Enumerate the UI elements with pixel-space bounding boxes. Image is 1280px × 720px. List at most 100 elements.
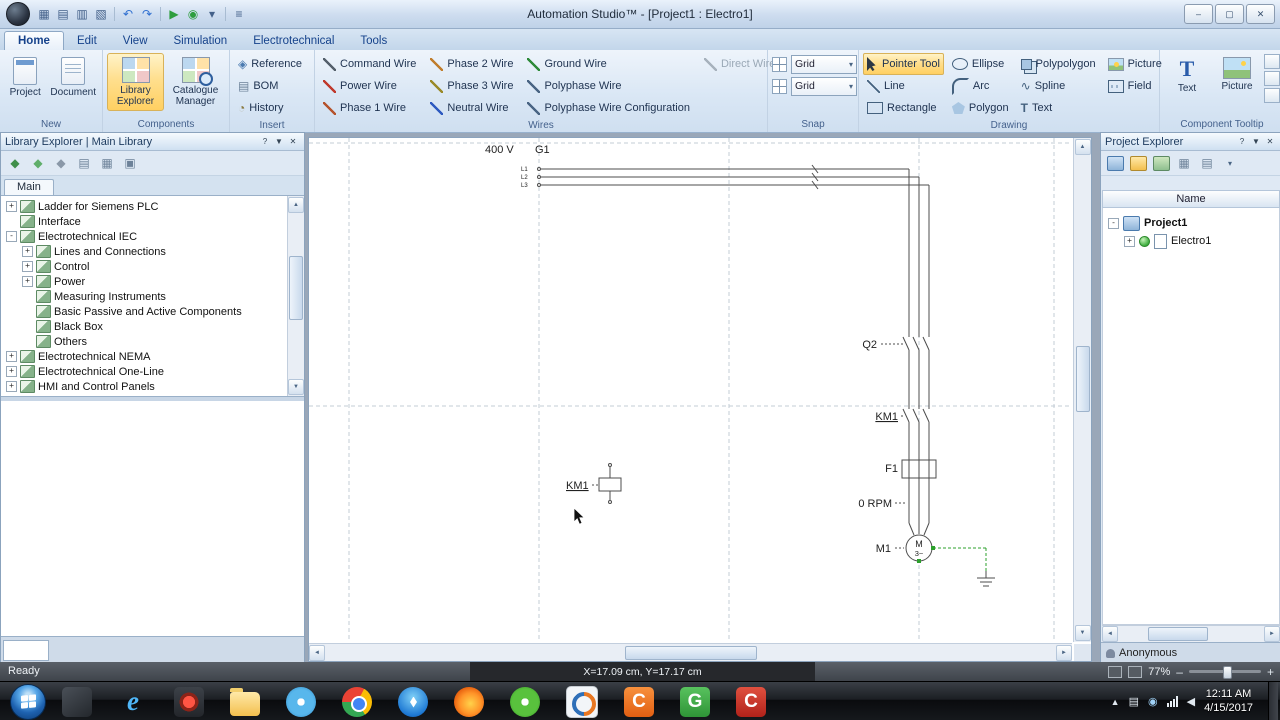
snap-grid-select-1[interactable]: Grid ▾ (791, 54, 857, 74)
expander-icon[interactable]: + (6, 201, 17, 212)
bom-button[interactable]: ▤ BOM (234, 75, 306, 97)
save-icon[interactable]: ▥ (73, 5, 91, 23)
close-icon[interactable]: ✕ (286, 135, 300, 148)
run-simulation-icon[interactable]: ▶ (165, 5, 183, 23)
help-icon[interactable]: ? (1235, 135, 1249, 148)
qat-dropdown-icon[interactable]: ▾ (203, 5, 221, 23)
three-phase-wires[interactable] (537, 164, 930, 331)
scroll-up-icon[interactable]: ▲ (1074, 139, 1091, 155)
library-tree-scrollbar[interactable]: ▲ ▼ (287, 196, 304, 396)
tree-item[interactable]: + HMI and Control Panels (1, 379, 287, 394)
zoom-slider[interactable] (1188, 666, 1261, 679)
tooltip-extra-icon-3[interactable] (1264, 88, 1280, 103)
taskbar-file-explorer-icon[interactable] (230, 687, 260, 716)
coil-km1-symbol[interactable] (592, 463, 622, 504)
tree-item[interactable]: + Lines and Connections (1, 244, 287, 259)
filter-icon[interactable]: ▤ (1197, 154, 1217, 173)
taskbar-red-tool-icon[interactable] (174, 686, 204, 717)
tree-item[interactable]: + Ladder for Siemens PLC (1, 199, 287, 214)
tree-item[interactable]: Interface (1, 214, 287, 229)
document-button[interactable]: Document (48, 53, 98, 102)
polypolygon-tool-button[interactable]: Polypolygon (1017, 53, 1100, 75)
name-column-header[interactable]: Name (1102, 190, 1280, 208)
polygon-tool-button[interactable]: Polygon (948, 97, 1013, 119)
polyphase-wire-config-button[interactable]: Polyphase Wire Configuration (523, 97, 694, 119)
fit-view-icon[interactable] (1128, 665, 1143, 678)
tree-item[interactable]: Others (1, 334, 287, 349)
scroll-left-icon[interactable]: ◄ (1102, 626, 1118, 642)
tray-app-icon-2[interactable]: ◉ (1148, 695, 1158, 708)
library-panel-header[interactable]: Library Explorer | Main Library ? ▼ ✕ (1, 133, 304, 151)
taskbar-green-app-icon[interactable] (510, 686, 540, 717)
coil-label[interactable]: KM1 (566, 480, 589, 492)
app-logo-icon[interactable] (6, 2, 30, 26)
tooltip-text-button[interactable]: T Text (1164, 53, 1210, 98)
taskbar-green-g-app-icon[interactable]: G (680, 686, 710, 717)
expander-icon[interactable]: + (22, 261, 33, 272)
expander-icon[interactable]: + (6, 381, 17, 392)
tree-item[interactable]: + Electrotechnical NEMA (1, 349, 287, 364)
component-view-icon[interactable]: ◆ (5, 154, 25, 173)
schematic-canvas[interactable]: 400 V G1 L1 L2 L3 Q2 KM1 F1 0 RPM M1 M 3… (309, 138, 1072, 642)
scroll-up-icon[interactable]: ▲ (288, 197, 304, 213)
tray-app-icon-1[interactable]: ▤ (1129, 695, 1139, 708)
voltage-label[interactable]: 400 V (485, 144, 514, 156)
ellipse-tool-button[interactable]: Ellipse (948, 53, 1013, 75)
taskbar-firefox-icon[interactable] (454, 686, 484, 717)
project-panel-header[interactable]: Project Explorer ? ▼ ✕ (1101, 133, 1280, 151)
open-project-icon[interactable] (1128, 154, 1148, 173)
breaker-label[interactable]: Q2 (862, 339, 877, 351)
maximize-icon[interactable]: ▢ (1215, 4, 1244, 24)
expander-icon[interactable]: + (1124, 235, 1135, 247)
catalogue-manager-button[interactable]: Catalogue Manager (166, 53, 225, 111)
scrollbar-thumb[interactable] (1075, 346, 1090, 412)
arc-tool-button[interactable]: Arc (948, 75, 1013, 97)
help-icon[interactable]: ? (258, 135, 272, 148)
pin-icon[interactable]: ▼ (272, 135, 286, 148)
new-icon[interactable]: ▦ (35, 5, 53, 23)
phase3-wire-button[interactable]: Phase 3 Wire (426, 75, 517, 97)
tab-electrotechnical[interactable]: Electrotechnical (240, 32, 347, 50)
line-tool-button[interactable]: Line (863, 75, 944, 97)
reference-button[interactable]: ◈ Reference (234, 53, 306, 75)
print-icon[interactable]: ▧ (92, 5, 110, 23)
phase1-wire-button[interactable]: Phase 1 Wire (319, 97, 420, 119)
tree-item[interactable]: + Control (1, 259, 287, 274)
motor-label[interactable]: M1 (876, 543, 891, 555)
power-wire-button[interactable]: Power Wire (319, 75, 420, 97)
picture-tool-button[interactable]: Picture (1104, 53, 1166, 75)
tab-edit[interactable]: Edit (64, 32, 110, 50)
tree-item[interactable]: + Electrotechnical One-Line (1, 364, 287, 379)
chevron-down-icon[interactable]: ▾ (1220, 154, 1240, 173)
expander-icon[interactable]: + (6, 366, 17, 377)
taskbar-chrome-icon[interactable] (342, 686, 372, 717)
speed-label[interactable]: 0 RPM (858, 498, 892, 510)
expander-icon[interactable]: + (22, 246, 33, 257)
contactor-km1-symbol[interactable] (901, 403, 930, 460)
expander-icon[interactable]: + (6, 351, 17, 362)
taskbar-safari-icon[interactable] (398, 686, 428, 717)
expander-icon[interactable]: - (1108, 217, 1119, 229)
stop-simulation-icon[interactable]: ◉ (184, 5, 202, 23)
volume-icon[interactable]: ◀ (1187, 695, 1195, 708)
redo-icon[interactable]: ↷ (138, 5, 156, 23)
polyphase-wire-button[interactable]: Polyphase Wire (523, 75, 694, 97)
project-button[interactable]: Project (4, 53, 46, 102)
field-tool-button[interactable]: Field (1104, 75, 1166, 97)
project-horizontal-scrollbar[interactable]: ◄ ► (1102, 625, 1280, 642)
document-tree-item[interactable]: + Electro1 (1103, 232, 1279, 250)
zoom-in-icon[interactable]: + (1267, 666, 1274, 678)
zoom-slider-thumb[interactable] (1222, 666, 1232, 679)
network-icon[interactable] (1166, 696, 1178, 707)
tooltip-picture-button[interactable]: Picture (1212, 53, 1262, 96)
tab-simulation[interactable]: Simulation (161, 32, 241, 50)
tab-home[interactable]: Home (4, 31, 64, 50)
tab-tools[interactable]: Tools (347, 32, 400, 50)
list-view-icon[interactable]: ▤ (74, 154, 94, 173)
taskbar-automation-studio-icon[interactable] (566, 685, 598, 718)
taskbar-red-c-app-icon[interactable]: C (736, 686, 766, 717)
rectangle-tool-button[interactable]: Rectangle (863, 97, 944, 119)
canvas-vertical-scrollbar[interactable]: ▲ ▼ (1073, 138, 1091, 642)
symbol-view-icon[interactable]: ◆ (28, 154, 48, 173)
start-button[interactable] (10, 683, 46, 720)
